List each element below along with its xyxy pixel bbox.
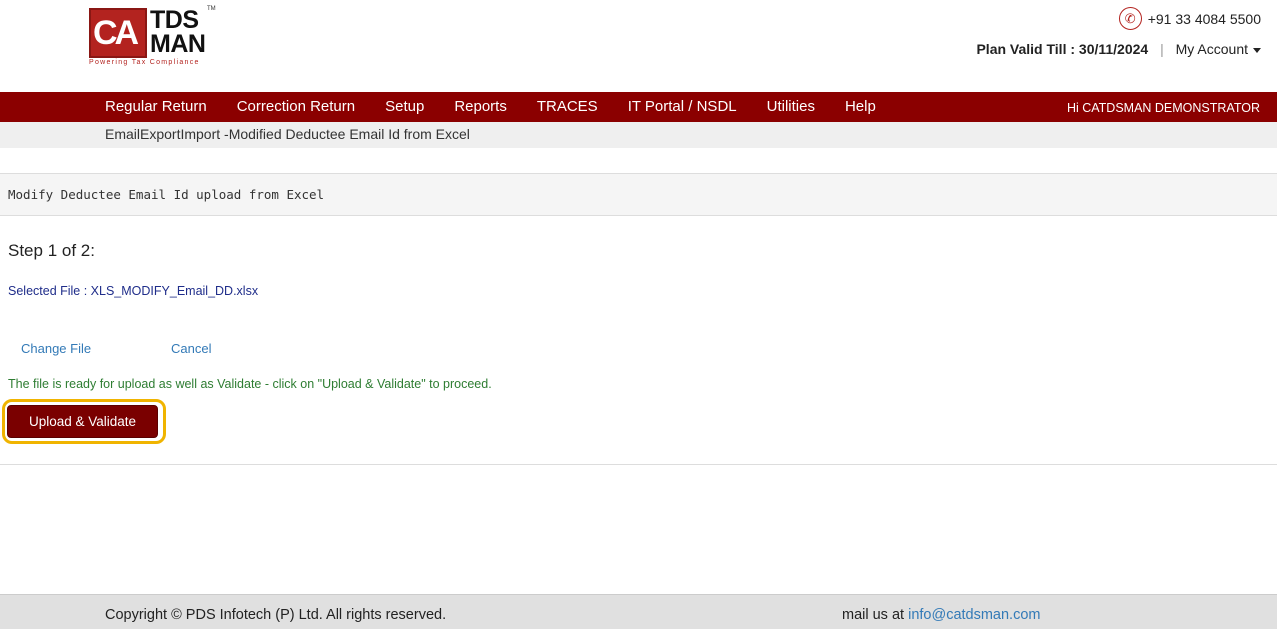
plan-valid-label: Plan Valid Till : 30/11/2024: [976, 41, 1149, 57]
copyright-text: Copyright © PDS Infotech (P) Ltd. All ri…: [105, 607, 447, 623]
logo-tagline: Powering Tax Compliance: [89, 59, 200, 66]
upload-validate-button[interactable]: Upload & Validate: [7, 405, 158, 438]
panel-heading: Modify Deductee Email Id upload from Exc…: [0, 173, 1277, 216]
phone-icon: ✆: [1118, 7, 1142, 30]
nav-item-utilities[interactable]: Utilities: [767, 92, 815, 122]
logo-mark-text: CA: [93, 14, 139, 52]
logo-mark: CA: [89, 8, 147, 58]
logo-trademark: TM: [207, 6, 216, 12]
mail-contact: mail us at info@catdsman.com: [842, 607, 1040, 623]
selected-file-label: Selected File : XLS_MODIFY_Email_DD.xlsx: [8, 284, 259, 298]
user-greeting[interactable]: Hi CATDSMAN DEMONSTRATOR: [1067, 92, 1260, 124]
logo-text-line1: TDS: [150, 6, 199, 34]
header-separator: |: [1160, 41, 1164, 57]
nav-item-traces[interactable]: TRACES: [537, 92, 598, 122]
my-account-menu[interactable]: My Account: [1176, 41, 1261, 57]
breadcrumb: EmailExportImport -Modified Deductee Ema…: [105, 126, 470, 142]
phone-number: +91 33 4084 5500: [1147, 10, 1261, 27]
nav-item-correction-return[interactable]: Correction Return: [237, 92, 355, 122]
catdsman-logo[interactable]: CA TDS MAN TM Powering Tax Compliance: [89, 6, 216, 70]
nav-item-setup[interactable]: Setup: [385, 92, 424, 122]
nav-items: Regular Return Correction Return Setup R…: [105, 92, 906, 122]
chevron-down-icon: [1253, 47, 1261, 53]
plan-info: Plan Valid Till : 30/11/2024 | My Accoun…: [976, 41, 1261, 57]
step-indicator: Step 1 of 2:: [8, 241, 95, 260]
nav-item-help[interactable]: Help: [845, 92, 876, 122]
change-file-link[interactable]: Change File: [21, 341, 91, 356]
nav-item-reports[interactable]: Reports: [454, 92, 507, 122]
phone-contact: ✆ +91 33 4084 5500: [1118, 7, 1261, 30]
panel-title: Modify Deductee Email Id upload from Exc…: [8, 187, 325, 202]
footer: Copyright © PDS Infotech (P) Ltd. All ri…: [0, 594, 1277, 629]
nav-item-it-portal-nsdl[interactable]: IT Portal / NSDL: [628, 92, 737, 122]
my-account-label: My Account: [1175, 41, 1248, 57]
mail-label: mail us at: [842, 607, 909, 623]
header: CA TDS MAN TM Powering Tax Compliance ✆ …: [0, 0, 1277, 92]
section-divider: [0, 464, 1277, 465]
email-link[interactable]: info@catdsman.com: [908, 607, 1040, 623]
nav-item-regular-return[interactable]: Regular Return: [105, 92, 207, 122]
main-nav: Regular Return Correction Return Setup R…: [0, 92, 1277, 122]
breadcrumb-bar: EmailExportImport -Modified Deductee Ema…: [0, 122, 1277, 148]
logo-text-line2: MAN: [150, 30, 206, 58]
cancel-link[interactable]: Cancel: [171, 341, 211, 356]
ready-message: The file is ready for upload as well as …: [8, 377, 492, 391]
